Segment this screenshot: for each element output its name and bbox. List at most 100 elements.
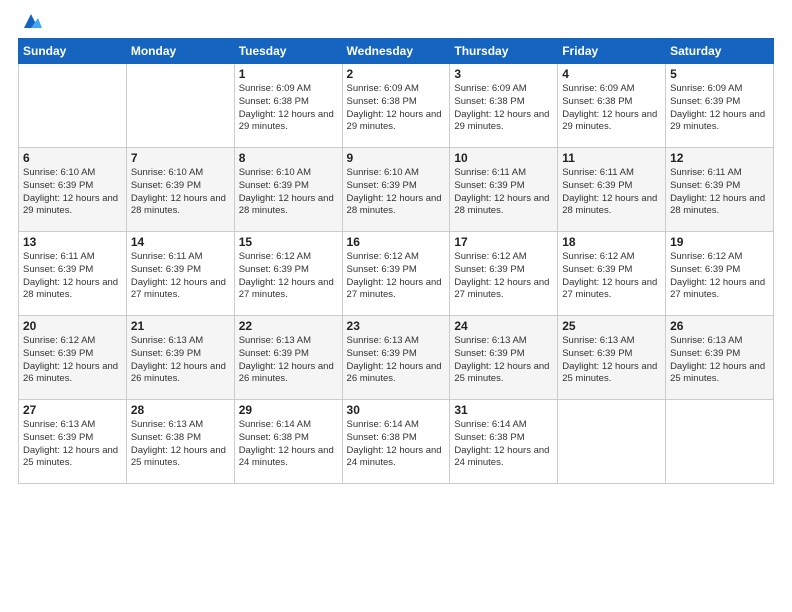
calendar-day-cell: 13Sunrise: 6:11 AM Sunset: 6:39 PM Dayli… — [19, 232, 127, 316]
day-info: Sunrise: 6:10 AM Sunset: 6:39 PM Dayligh… — [23, 167, 122, 218]
day-info: Sunrise: 6:12 AM Sunset: 6:39 PM Dayligh… — [347, 251, 446, 302]
day-info: Sunrise: 6:13 AM Sunset: 6:39 PM Dayligh… — [131, 335, 230, 386]
day-number: 17 — [454, 235, 553, 249]
calendar-week-row: 27Sunrise: 6:13 AM Sunset: 6:39 PM Dayli… — [19, 400, 774, 484]
day-info: Sunrise: 6:10 AM Sunset: 6:39 PM Dayligh… — [131, 167, 230, 218]
weekday-header: Monday — [126, 39, 234, 64]
day-number: 21 — [131, 319, 230, 333]
day-info: Sunrise: 6:13 AM Sunset: 6:38 PM Dayligh… — [131, 419, 230, 470]
calendar-day-cell: 1Sunrise: 6:09 AM Sunset: 6:38 PM Daylig… — [234, 64, 342, 148]
day-info: Sunrise: 6:12 AM Sunset: 6:39 PM Dayligh… — [562, 251, 661, 302]
day-info: Sunrise: 6:12 AM Sunset: 6:39 PM Dayligh… — [239, 251, 338, 302]
day-number: 15 — [239, 235, 338, 249]
calendar-day-cell: 27Sunrise: 6:13 AM Sunset: 6:39 PM Dayli… — [19, 400, 127, 484]
day-number: 29 — [239, 403, 338, 417]
day-number: 6 — [23, 151, 122, 165]
day-number: 26 — [670, 319, 769, 333]
weekday-row: SundayMondayTuesdayWednesdayThursdayFrid… — [19, 39, 774, 64]
day-number: 11 — [562, 151, 661, 165]
day-number: 28 — [131, 403, 230, 417]
day-number: 9 — [347, 151, 446, 165]
day-number: 3 — [454, 67, 553, 81]
day-info: Sunrise: 6:11 AM Sunset: 6:39 PM Dayligh… — [131, 251, 230, 302]
calendar-week-row: 20 Sunrise: 6:12 AM Sunset: 6:39 PM Dayli… — [19, 316, 774, 400]
day-number: 30 — [347, 403, 446, 417]
weekday-header: Wednesday — [342, 39, 450, 64]
day-number: 4 — [562, 67, 661, 81]
calendar-day-cell — [126, 64, 234, 148]
day-info: Sunrise: 6:10 AM Sunset: 6:39 PM Dayligh… — [347, 167, 446, 218]
day-info: Sunrise: 6:09 AM Sunset: 6:38 PM Dayligh… — [454, 83, 553, 134]
day-info: Sunrise: 6:09 AM Sunset: 6:39 PM Dayligh… — [670, 83, 769, 134]
calendar-day-cell: 7Sunrise: 6:10 AM Sunset: 6:39 PM Daylig… — [126, 148, 234, 232]
day-info: Sunrise: 6:11 AM Sunset: 6:39 PM Dayligh… — [562, 167, 661, 218]
calendar-day-cell: 30 Sunrise: 6:14 AM Sunset: 6:38 PM Dayli… — [342, 400, 450, 484]
calendar-day-cell: 26 Sunrise: 6:13 AM Sunset: 6:39 PM Dayli… — [666, 316, 774, 400]
calendar-day-cell: 24Sunrise: 6:13 AM Sunset: 6:39 PM Dayli… — [450, 316, 558, 400]
logo-icon — [20, 10, 42, 32]
day-number: 22 — [239, 319, 338, 333]
calendar-day-cell: 17Sunrise: 6:12 AM Sunset: 6:39 PM Dayli… — [450, 232, 558, 316]
day-info: Sunrise: 6:12 AM Sunset: 6:39 PM Dayligh… — [23, 335, 122, 386]
day-info: Sunrise: 6:09 AM Sunset: 6:38 PM Dayligh… — [239, 83, 338, 134]
calendar-day-cell: 11 Sunrise: 6:11 AM Sunset: 6:39 PM Dayli… — [558, 148, 666, 232]
calendar-day-cell: 20 Sunrise: 6:12 AM Sunset: 6:39 PM Dayli… — [19, 316, 127, 400]
calendar-header: SundayMondayTuesdayWednesdayThursdayFrid… — [19, 39, 774, 64]
day-number: 24 — [454, 319, 553, 333]
weekday-header: Friday — [558, 39, 666, 64]
day-info: Sunrise: 6:12 AM Sunset: 6:39 PM Dayligh… — [670, 251, 769, 302]
calendar-day-cell: 22 Sunrise: 6:13 AM Sunset: 6:39 PM Dayli… — [234, 316, 342, 400]
day-number: 20 — [23, 319, 122, 333]
calendar-body: 1Sunrise: 6:09 AM Sunset: 6:38 PM Daylig… — [19, 64, 774, 484]
day-info: Sunrise: 6:13 AM Sunset: 6:39 PM Dayligh… — [239, 335, 338, 386]
day-number: 27 — [23, 403, 122, 417]
calendar-day-cell: 5Sunrise: 6:09 AM Sunset: 6:39 PM Daylig… — [666, 64, 774, 148]
day-info: Sunrise: 6:09 AM Sunset: 6:38 PM Dayligh… — [347, 83, 446, 134]
calendar-week-row: 1Sunrise: 6:09 AM Sunset: 6:38 PM Daylig… — [19, 64, 774, 148]
calendar-day-cell — [558, 400, 666, 484]
calendar-day-cell: 2 Sunrise: 6:09 AM Sunset: 6:38 PM Daylig… — [342, 64, 450, 148]
calendar-day-cell — [19, 64, 127, 148]
page: SundayMondayTuesdayWednesdayThursdayFrid… — [0, 0, 792, 612]
day-number: 13 — [23, 235, 122, 249]
weekday-header: Saturday — [666, 39, 774, 64]
day-info: Sunrise: 6:13 AM Sunset: 6:39 PM Dayligh… — [670, 335, 769, 386]
calendar-week-row: 6 Sunrise: 6:10 AM Sunset: 6:39 PM Daylig… — [19, 148, 774, 232]
day-info: Sunrise: 6:14 AM Sunset: 6:38 PM Dayligh… — [239, 419, 338, 470]
calendar-day-cell: 9 Sunrise: 6:10 AM Sunset: 6:39 PM Daylig… — [342, 148, 450, 232]
day-info: Sunrise: 6:10 AM Sunset: 6:39 PM Dayligh… — [239, 167, 338, 218]
day-info: Sunrise: 6:14 AM Sunset: 6:38 PM Dayligh… — [347, 419, 446, 470]
weekday-header: Tuesday — [234, 39, 342, 64]
calendar-day-cell: 29 Sunrise: 6:14 AM Sunset: 6:38 PM Dayli… — [234, 400, 342, 484]
calendar-day-cell: 19 Sunrise: 6:12 AM Sunset: 6:39 PM Dayli… — [666, 232, 774, 316]
day-number: 8 — [239, 151, 338, 165]
calendar-day-cell: 8 Sunrise: 6:10 AM Sunset: 6:39 PM Daylig… — [234, 148, 342, 232]
calendar-day-cell: 15 Sunrise: 6:12 AM Sunset: 6:39 PM Dayli… — [234, 232, 342, 316]
weekday-header: Thursday — [450, 39, 558, 64]
day-info: Sunrise: 6:14 AM Sunset: 6:38 PM Dayligh… — [454, 419, 553, 470]
day-number: 18 — [562, 235, 661, 249]
day-number: 25 — [562, 319, 661, 333]
calendar-table: SundayMondayTuesdayWednesdayThursdayFrid… — [18, 38, 774, 484]
calendar-day-cell: 31Sunrise: 6:14 AM Sunset: 6:38 PM Dayli… — [450, 400, 558, 484]
day-number: 10 — [454, 151, 553, 165]
day-number: 19 — [670, 235, 769, 249]
header — [18, 10, 774, 32]
calendar-day-cell: 16 Sunrise: 6:12 AM Sunset: 6:39 PM Dayli… — [342, 232, 450, 316]
day-number: 12 — [670, 151, 769, 165]
day-number: 14 — [131, 235, 230, 249]
calendar-week-row: 13 Sunrise: 6:11 AM Sunset: 6:39 PM Dayli… — [19, 232, 774, 316]
day-info: Sunrise: 6:11 AM Sunset: 6:39 PM Dayligh… — [670, 167, 769, 218]
day-info: Sunrise: 6:13 AM Sunset: 6:39 PM Dayligh… — [347, 335, 446, 386]
day-number: 2 — [347, 67, 446, 81]
calendar-day-cell: 23 Sunrise: 6:13 AM Sunset: 6:39 PM Dayli… — [342, 316, 450, 400]
calendar-day-cell: 21 Sunrise: 6:13 AM Sunset: 6:39 PM Dayli… — [126, 316, 234, 400]
day-info: Sunrise: 6:09 AM Sunset: 6:38 PM Dayligh… — [562, 83, 661, 134]
day-number: 16 — [347, 235, 446, 249]
calendar-day-cell: 10 Sunrise: 6:11 AM Sunset: 6:39 PM Dayli… — [450, 148, 558, 232]
calendar-day-cell: 28 Sunrise: 6:13 AM Sunset: 6:38 PM Dayli… — [126, 400, 234, 484]
calendar-day-cell: 14 Sunrise: 6:11 AM Sunset: 6:39 PM Dayli… — [126, 232, 234, 316]
day-number: 23 — [347, 319, 446, 333]
calendar-day-cell: 4 Sunrise: 6:09 AM Sunset: 6:38 PM Daylig… — [558, 64, 666, 148]
day-info: Sunrise: 6:11 AM Sunset: 6:39 PM Dayligh… — [454, 167, 553, 218]
